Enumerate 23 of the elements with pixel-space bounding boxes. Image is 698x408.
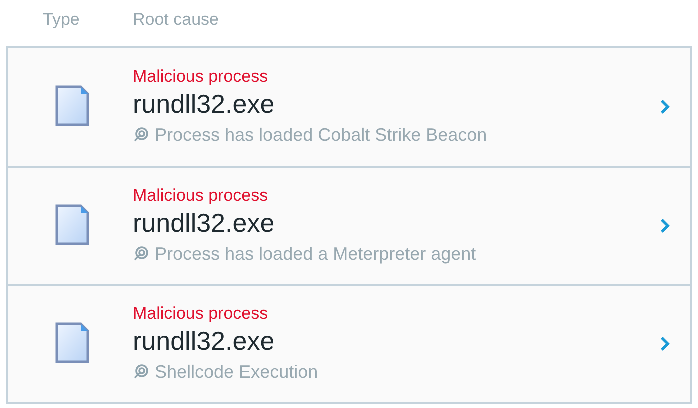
chevron-icon — [660, 336, 670, 352]
file-icon — [54, 204, 92, 248]
category-label: Malicious process — [133, 66, 270, 88]
chevron-icon — [660, 99, 670, 115]
alert-row[interactable]: Malicious process rundll32.exe Process has loaded Cobalt Strike Beacon — [8, 48, 690, 166]
column-header: Root cause — [133, 9, 219, 32]
detail-text: Process has loaded a Meterpreter agent — [155, 242, 476, 266]
detail-text: Shellcode Execution — [155, 360, 318, 384]
target-icon — [133, 127, 149, 143]
column-header: Type — [43, 9, 81, 32]
process-name: rundll32.exe — [133, 324, 276, 356]
file-icon — [54, 322, 92, 366]
process-name: rundll32.exe — [133, 206, 276, 238]
target-icon — [133, 246, 149, 262]
chevron-icon — [660, 218, 670, 234]
process-name: rundll32.exe — [133, 88, 276, 120]
target-icon — [133, 364, 149, 380]
category-label: Malicious process — [133, 302, 270, 324]
alert-row[interactable]: Malicious process rundll32.exe Process has loaded a Meterpreter agent — [8, 166, 690, 284]
detail-text: Process has loaded Cobalt Strike Beacon — [155, 124, 488, 146]
file-icon — [54, 85, 92, 129]
category-label: Malicious process — [133, 184, 270, 206]
alert-row[interactable]: Malicious process rundll32.exe Shellcode Execution — [8, 284, 690, 402]
